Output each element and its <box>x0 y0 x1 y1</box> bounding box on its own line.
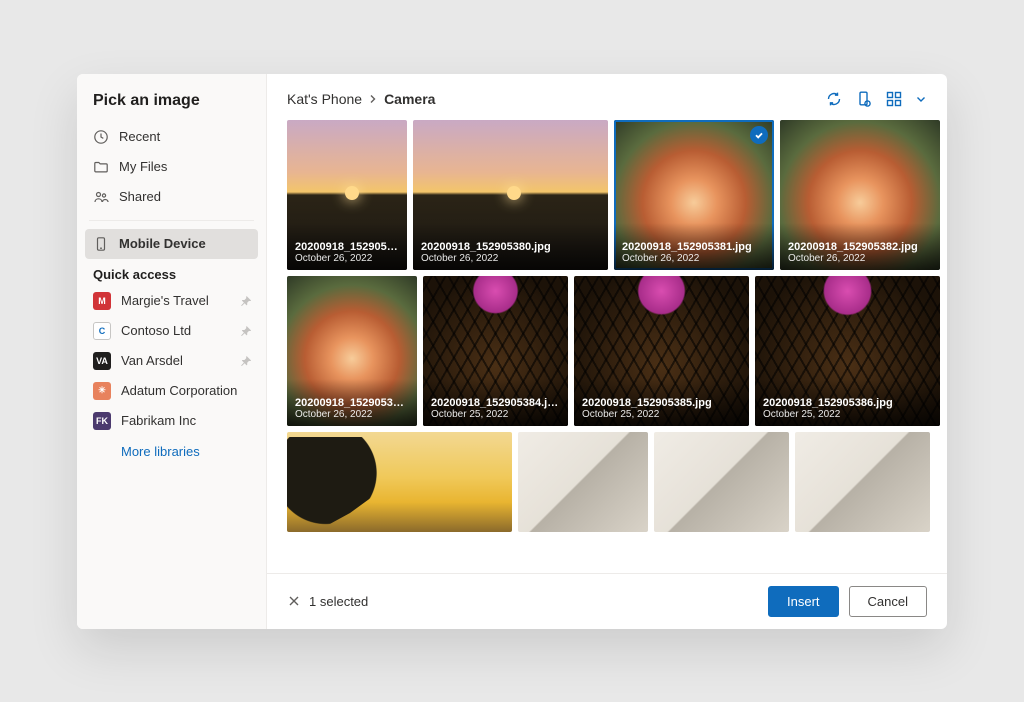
breadcrumb-current: Camera <box>384 91 435 107</box>
image-date: October 26, 2022 <box>622 253 766 264</box>
image-filename: 20200918_152905379.jpg <box>295 241 399 253</box>
library-icon: M <box>93 292 111 310</box>
gallery-row: 20200918_152905383.jpgOctober 26, 202220… <box>287 276 927 426</box>
people-icon <box>93 189 109 205</box>
more-libraries-link[interactable]: More libraries <box>85 436 258 467</box>
image-caption: 20200918_152905382.jpgOctober 26, 2022 <box>780 223 940 270</box>
image-picker-dialog: Pick an image Recent My Files Shared Mob… <box>77 74 947 629</box>
header: Kat's Phone Camera <box>267 74 947 114</box>
image-date: October 26, 2022 <box>295 409 409 420</box>
image-caption: 20200918_152905384.jpgOctober 25, 2022 <box>423 379 568 426</box>
header-actions <box>825 90 927 108</box>
gallery-row <box>287 432 927 532</box>
image-caption: 20200918_152905383.jpgOctober 26, 2022 <box>287 379 417 426</box>
quick-access-label: Fabrikam Inc <box>121 413 196 428</box>
nav-label: Shared <box>119 189 161 204</box>
image-caption: 20200918_152905386.jpgOctober 25, 2022 <box>755 379 940 426</box>
image-tile[interactable]: 20200918_152905380.jpgOctober 26, 2022 <box>413 120 608 270</box>
breadcrumb: Kat's Phone Camera <box>287 91 825 107</box>
quick-access-item[interactable]: M Margie's Travel <box>85 286 258 316</box>
image-caption: 20200918_152905385.jpgOctober 25, 2022 <box>574 379 749 426</box>
image-date: October 25, 2022 <box>763 409 932 420</box>
footer: 1 selected Insert Cancel <box>267 573 947 629</box>
quick-access-label: Margie's Travel <box>121 293 209 308</box>
pin-icon[interactable] <box>240 355 252 367</box>
phone-sync-icon[interactable] <box>855 90 873 108</box>
image-tile[interactable]: 20200918_152905382.jpgOctober 26, 2022 <box>780 120 940 270</box>
image-date: October 26, 2022 <box>295 253 399 264</box>
folder-icon <box>93 159 109 175</box>
image-tile[interactable] <box>518 432 648 532</box>
nav-recent[interactable]: Recent <box>85 122 258 152</box>
image-date: October 26, 2022 <box>788 253 932 264</box>
quick-access-item[interactable]: C Contoso Ltd <box>85 316 258 346</box>
image-filename: 20200918_152905386.jpg <box>763 397 932 409</box>
divider <box>89 220 254 221</box>
image-filename: 20200918_152905381.jpg <box>622 241 766 253</box>
image-caption: 20200918_152905380.jpgOctober 26, 2022 <box>413 223 608 270</box>
image-filename: 20200918_152905385.jpg <box>582 397 741 409</box>
main-panel: Kat's Phone Camera <box>267 74 947 629</box>
quick-access-item[interactable]: FK Fabrikam Inc <box>85 406 258 436</box>
image-date: October 26, 2022 <box>421 253 600 264</box>
nav-mobile-device[interactable]: Mobile Device <box>85 229 258 259</box>
image-caption: 20200918_152905379.jpgOctober 26, 2022 <box>287 223 407 270</box>
thumbnail <box>287 432 512 532</box>
pin-icon[interactable] <box>240 295 252 307</box>
library-icon: ✳ <box>93 382 111 400</box>
insert-button[interactable]: Insert <box>768 586 839 617</box>
image-date: October 25, 2022 <box>582 409 741 420</box>
quick-access-item[interactable]: ✳ Adatum Corporation <box>85 376 258 406</box>
image-date: October 25, 2022 <box>431 409 560 420</box>
image-tile[interactable] <box>654 432 789 532</box>
library-icon: VA <box>93 352 111 370</box>
thumbnail <box>795 432 930 532</box>
image-tile[interactable]: 20200918_152905383.jpgOctober 26, 2022 <box>287 276 417 426</box>
quick-access-label: Contoso Ltd <box>121 323 191 338</box>
pin-icon[interactable] <box>240 325 252 337</box>
image-filename: 20200918_152905380.jpg <box>421 241 600 253</box>
library-icon: C <box>93 322 111 340</box>
sidebar: Pick an image Recent My Files Shared Mob… <box>77 74 267 629</box>
quick-access-label: Adatum Corporation <box>121 383 237 398</box>
library-icon: FK <box>93 412 111 430</box>
selection-count: 1 selected <box>309 594 368 609</box>
chevron-right-icon <box>368 91 378 107</box>
image-caption: 20200918_152905381.jpgOctober 26, 2022 <box>614 223 774 270</box>
nav-label: Recent <box>119 129 160 144</box>
image-tile[interactable]: 20200918_152905386.jpgOctober 25, 2022 <box>755 276 940 426</box>
refresh-icon[interactable] <box>825 90 843 108</box>
nav-label: Mobile Device <box>119 236 206 251</box>
phone-icon <box>93 236 109 252</box>
selected-checkmark-icon <box>750 126 768 144</box>
image-tile[interactable]: 20200918_152905385.jpgOctober 25, 2022 <box>574 276 749 426</box>
image-tile[interactable]: 20200918_152905381.jpgOctober 26, 2022 <box>614 120 774 270</box>
image-tile[interactable]: 20200918_152905384.jpgOctober 25, 2022 <box>423 276 568 426</box>
chevron-down-icon[interactable] <box>915 90 927 108</box>
breadcrumb-parent[interactable]: Kat's Phone <box>287 91 362 107</box>
quick-access-label: Quick access <box>85 259 258 286</box>
gallery-row: 20200918_152905379.jpgOctober 26, 202220… <box>287 120 927 270</box>
clock-icon <box>93 129 109 145</box>
view-options-icon[interactable] <box>885 90 903 108</box>
image-tile[interactable]: 20200918_152905379.jpgOctober 26, 2022 <box>287 120 407 270</box>
image-gallery: 20200918_152905379.jpgOctober 26, 202220… <box>267 114 947 573</box>
image-filename: 20200918_152905384.jpg <box>431 397 560 409</box>
thumbnail <box>518 432 648 532</box>
quick-access-item[interactable]: VA Van Arsdel <box>85 346 258 376</box>
nav-label: My Files <box>119 159 167 174</box>
image-tile[interactable] <box>795 432 930 532</box>
nav-my-files[interactable]: My Files <box>85 152 258 182</box>
cancel-button[interactable]: Cancel <box>849 586 927 617</box>
dialog-title: Pick an image <box>85 92 258 122</box>
image-tile[interactable] <box>287 432 512 532</box>
image-filename: 20200918_152905382.jpg <box>788 241 932 253</box>
image-filename: 20200918_152905383.jpg <box>295 397 409 409</box>
selection-info: 1 selected <box>287 594 368 609</box>
nav-shared[interactable]: Shared <box>85 182 258 212</box>
clear-selection-icon[interactable] <box>287 594 301 608</box>
thumbnail <box>654 432 789 532</box>
quick-access-list: M Margie's Travel C Contoso Ltd VA Van Arsdel… <box>85 286 258 436</box>
quick-access-label: Van Arsdel <box>121 353 183 368</box>
